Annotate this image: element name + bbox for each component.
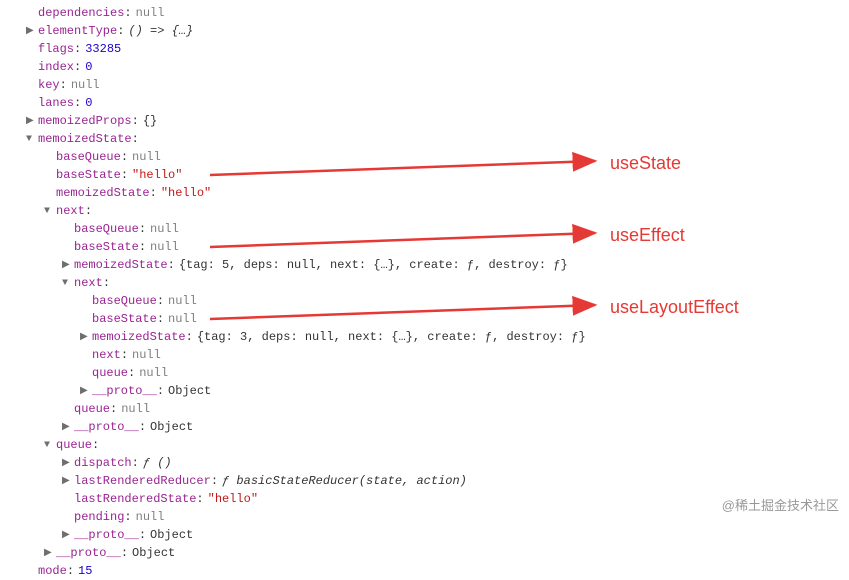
prop-row-next-2[interactable]: ▼next: — [8, 274, 841, 292]
expand-icon[interactable]: ▶ — [80, 330, 90, 345]
prop-row[interactable]: ▶__proto__:Object — [8, 526, 841, 544]
prop-row[interactable]: key:null — [8, 76, 841, 94]
prop-row[interactable]: mode:15 — [8, 562, 841, 580]
prop-row[interactable]: flags:33285 — [8, 40, 841, 58]
prop-row[interactable]: lanes:0 — [8, 94, 841, 112]
expand-icon[interactable]: ▶ — [62, 528, 72, 543]
prop-row[interactable]: ▶elementType:() => {…} — [8, 22, 841, 40]
prop-row-baseState-null-1[interactable]: baseState:null — [8, 238, 841, 256]
prop-row[interactable]: index:0 — [8, 58, 841, 76]
prop-row[interactable]: ▶__proto__:Object — [8, 418, 841, 436]
expand-icon[interactable]: ▶ — [62, 420, 72, 435]
collapse-icon[interactable]: ▼ — [44, 438, 54, 453]
prop-row[interactable]: dependencies:null — [8, 4, 841, 22]
watermark: @稀土掘金技术社区 — [722, 496, 839, 516]
prop-row-queue[interactable]: ▼queue: — [8, 436, 841, 454]
prop-row[interactable]: ▶lastRenderedReducer:ƒ basicStateReducer… — [8, 472, 841, 490]
expand-icon[interactable]: ▶ — [26, 114, 36, 129]
prop-row[interactable]: lastRenderedState:"hello" — [8, 490, 841, 508]
prop-row[interactable]: ▶__proto__:Object — [8, 544, 841, 562]
expand-icon[interactable]: ▶ — [80, 384, 90, 399]
prop-row[interactable]: ▶memoizedState:{tag: 5, deps: null, next… — [8, 256, 841, 274]
expand-icon[interactable]: ▶ — [44, 546, 54, 561]
prop-row[interactable]: baseQueue:null — [8, 220, 841, 238]
prop-row[interactable]: ▶memoizedState:{tag: 3, deps: null, next… — [8, 328, 841, 346]
prop-row-next-1[interactable]: ▼next: — [8, 202, 841, 220]
expand-icon[interactable]: ▶ — [62, 456, 72, 471]
prop-row-memoizedState[interactable]: ▼memoizedState: — [8, 130, 841, 148]
collapse-icon[interactable]: ▼ — [62, 276, 72, 291]
prop-row[interactable]: memoizedState:"hello" — [8, 184, 841, 202]
prop-row[interactable]: queue:null — [8, 364, 841, 382]
object-tree: dependencies:null ▶elementType:() => {…}… — [8, 4, 841, 580]
prop-row[interactable]: ▶dispatch:ƒ () — [8, 454, 841, 472]
prop-row[interactable]: ▶memoizedProps:{} — [8, 112, 841, 130]
prop-row[interactable]: ▶__proto__:Object — [8, 382, 841, 400]
prop-row-baseState-hello[interactable]: baseState:"hello" — [8, 166, 841, 184]
expand-icon[interactable]: ▶ — [26, 24, 36, 39]
collapse-icon[interactable]: ▼ — [26, 132, 36, 147]
expand-icon[interactable]: ▶ — [62, 258, 72, 273]
prop-row-baseState-null-2[interactable]: baseState:null — [8, 310, 841, 328]
prop-row[interactable]: queue:null — [8, 400, 841, 418]
prop-row[interactable]: pending:null — [8, 508, 841, 526]
collapse-icon[interactable]: ▼ — [44, 204, 54, 219]
prop-row[interactable]: baseQueue:null — [8, 292, 841, 310]
expand-icon[interactable]: ▶ — [62, 474, 72, 489]
prop-row[interactable]: next:null — [8, 346, 841, 364]
prop-row[interactable]: baseQueue:null — [8, 148, 841, 166]
